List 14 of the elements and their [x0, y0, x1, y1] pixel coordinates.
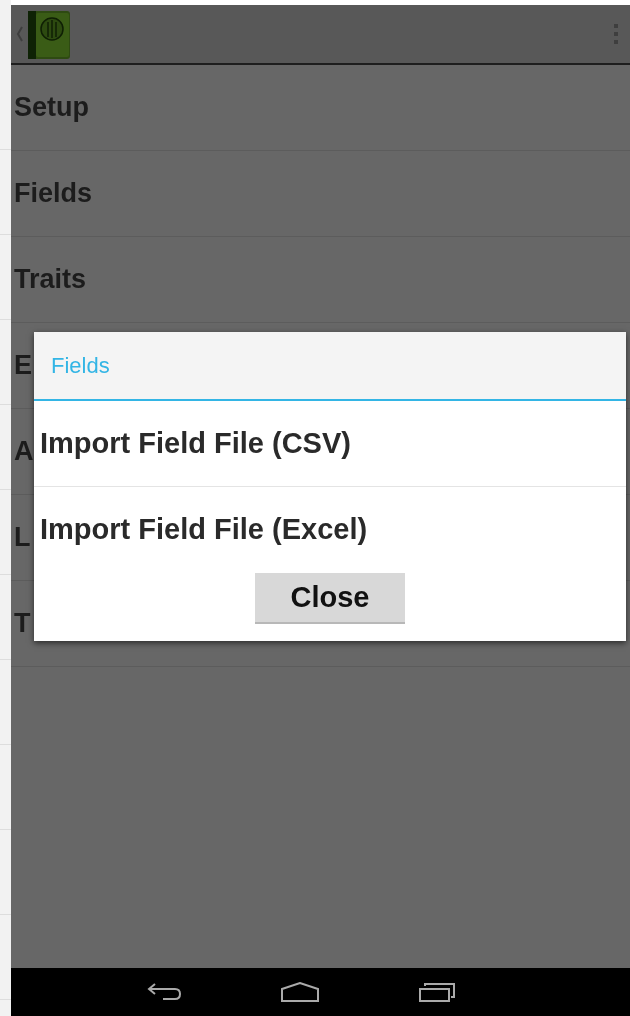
dialog-option[interactable]: Import Field File (CSV): [34, 401, 626, 487]
menu-item[interactable]: E: [14, 350, 32, 381]
close-button[interactable]: Close: [255, 573, 405, 624]
menu-item[interactable]: L: [14, 522, 31, 553]
dialog-title: Fields: [34, 332, 626, 401]
menu-item[interactable]: Setup: [14, 92, 89, 123]
menu-item[interactable]: Fields: [14, 178, 93, 209]
recent-apps-icon[interactable]: [418, 982, 455, 1002]
menu-item[interactable]: A: [14, 436, 34, 467]
back-icon[interactable]: [146, 982, 181, 1002]
dialog-option[interactable]: Import Field File (Excel): [34, 487, 626, 572]
home-icon[interactable]: [280, 982, 319, 1002]
menu-item[interactable]: Traits: [14, 264, 87, 295]
menu-item[interactable]: T: [14, 608, 31, 639]
